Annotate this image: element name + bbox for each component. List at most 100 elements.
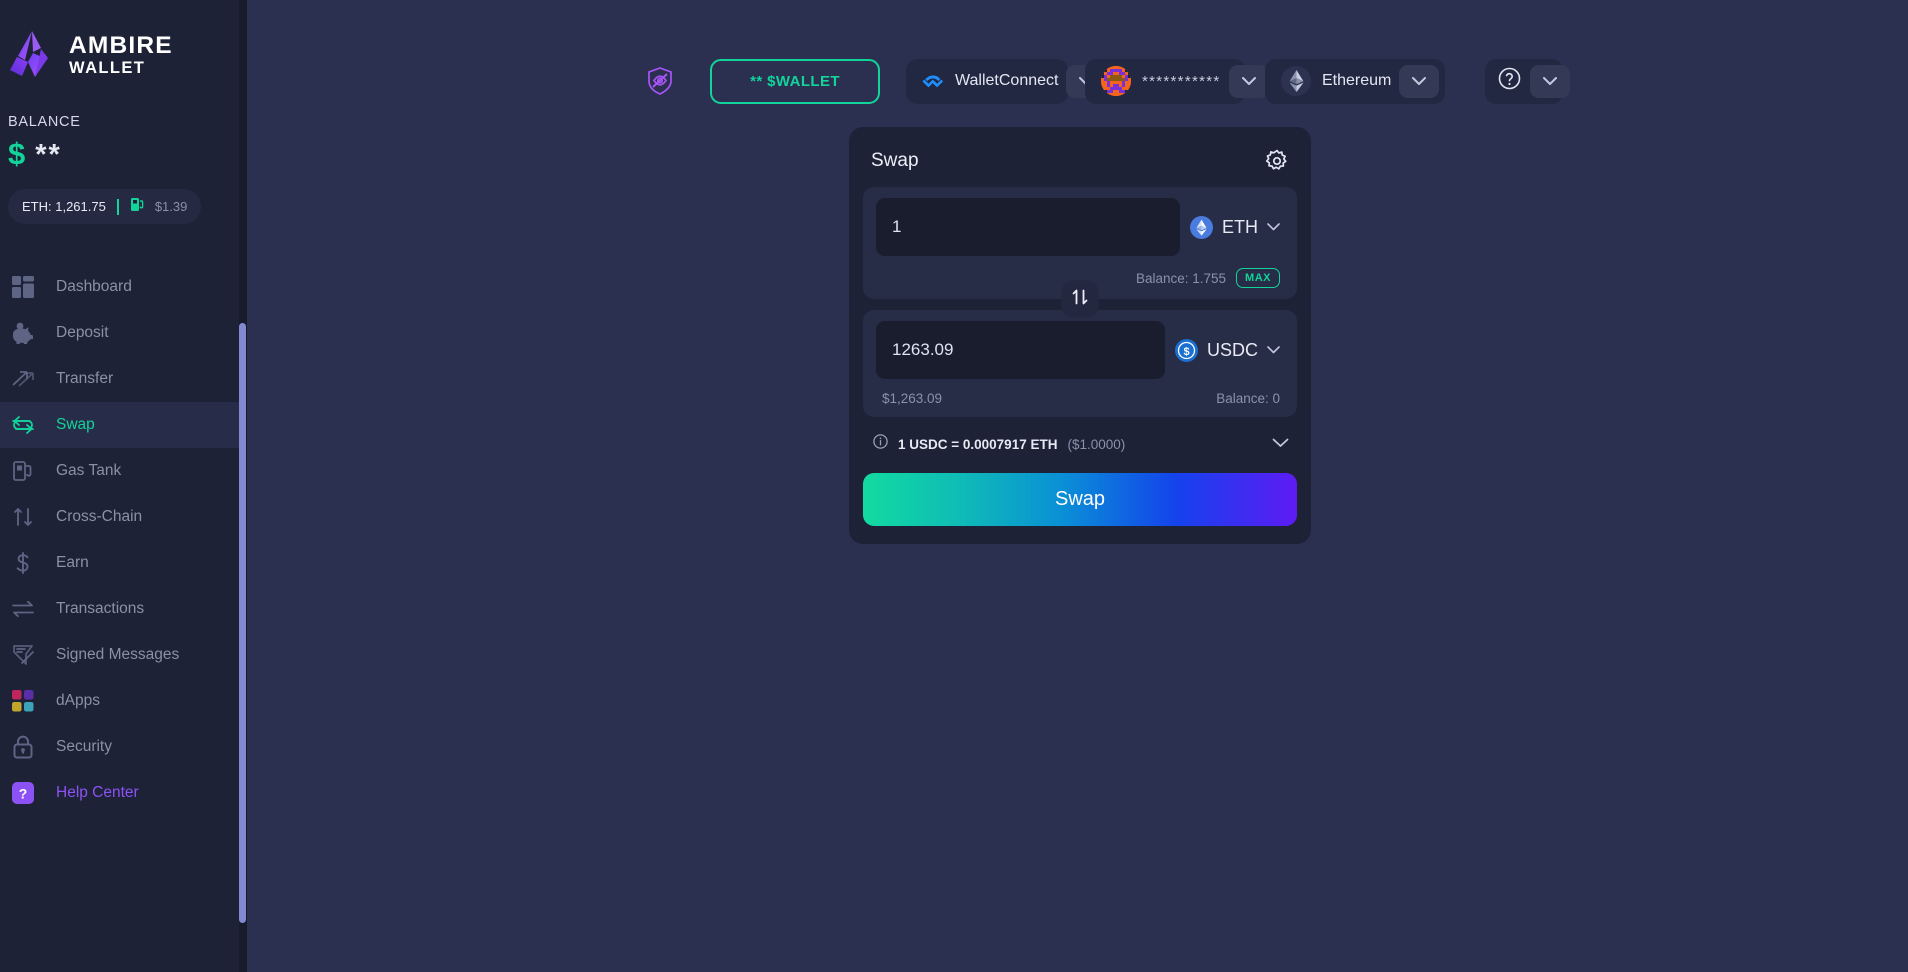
network-caret-button[interactable] <box>1399 64 1440 98</box>
sidebar-item-label: Cross-Chain <box>56 508 143 525</box>
brand-subtitle: WALLET <box>69 59 146 77</box>
swap-to-token-selector[interactable]: $ USDC <box>1174 338 1284 362</box>
sidebar-scrollbar-track[interactable] <box>239 0 247 972</box>
balance-value: ** <box>35 139 62 171</box>
sidebar-item-label: Transactions <box>56 600 145 617</box>
max-button[interactable]: MAX <box>1236 268 1280 288</box>
gas-price-label: $1.39 <box>154 199 188 214</box>
swap-to-panel: $ USDC $1,263.09 Balance: 0 <box>863 310 1297 417</box>
gas-chip[interactable]: ETH: 1,261.75 $1.39 <box>8 189 202 224</box>
walletconnect-icon <box>922 70 944 92</box>
swap-card-title: Swap <box>871 150 919 171</box>
sidebar-item-transactions[interactable]: Transactions <box>0 586 247 632</box>
sidebar-item-dapps[interactable]: dApps <box>0 678 247 724</box>
sidebar-scrollbar-thumb[interactable] <box>239 323 246 923</box>
swap-from-token-label: ETH <box>1222 216 1258 237</box>
ambire-logo-icon <box>8 28 56 80</box>
walletconnect-label: WalletConnect <box>955 72 1059 89</box>
sidebar: AMBIRE WALLET BALANCE $ ** ETH: 1,261.75… <box>0 0 247 972</box>
sidebar-item-security[interactable]: Security <box>0 724 247 770</box>
transfer-arrows-icon <box>8 364 38 394</box>
swap-arrows-icon <box>8 410 38 440</box>
swap-from-balance-label: Balance: 1.755 <box>1135 270 1227 286</box>
chevron-down-icon <box>1267 346 1280 354</box>
info-circle-icon <box>873 434 888 454</box>
chevron-down-icon <box>1267 223 1280 231</box>
swap-to-amount-input[interactable] <box>876 321 1165 379</box>
network-label: Ethereum <box>1322 72 1392 89</box>
help-center-icon: ? <box>8 778 38 808</box>
network-pill[interactable]: Ethereum <box>1265 58 1445 104</box>
sidebar-item-dashboard[interactable]: Dashboard <box>0 264 247 310</box>
chevron-down-icon <box>1543 76 1557 85</box>
sidebar-item-deposit[interactable]: Deposit <box>0 310 247 356</box>
walletconnect-pill[interactable]: WalletConnect <box>906 58 1107 104</box>
account-caret-button[interactable] <box>1228 64 1269 98</box>
swap-submit-button[interactable]: Swap <box>863 473 1297 526</box>
lock-icon <box>8 732 38 762</box>
wallet-token-pill[interactable]: ** $WALLET <box>710 58 880 104</box>
dapps-squares-icon <box>8 686 38 716</box>
brand-logo[interactable]: AMBIRE WALLET <box>0 0 247 80</box>
swap-to-balance-label: Balance: 0 <box>1216 391 1280 406</box>
swap-rate-row[interactable]: 1 USDC = 0.0007917 ETH ($1.0000) <box>863 417 1297 454</box>
chevron-down-icon <box>1241 76 1256 85</box>
eth-price-label: ETH: 1,261.75 <box>22 199 106 214</box>
sidebar-item-gas-tank[interactable]: Gas Tank <box>0 448 247 494</box>
gas-tank-icon <box>8 456 38 486</box>
chevron-down-icon <box>1412 76 1427 85</box>
account-address-label: *********** <box>1142 72 1221 90</box>
account-pill[interactable]: *********** <box>1085 58 1269 104</box>
usdc-token-icon: $ <box>1174 338 1198 362</box>
balance-currency: $ <box>8 136 26 171</box>
sidebar-nav: Dashboard Deposit Transfer Swap Gas Tank… <box>0 264 247 816</box>
sidebar-item-label: Security <box>56 738 112 755</box>
help-caret-button[interactable] <box>1530 64 1570 98</box>
chevron-down-icon <box>1272 438 1289 447</box>
piggy-bank-icon <box>8 318 38 348</box>
sidebar-item-label: dApps <box>56 692 100 709</box>
dollar-sign-icon <box>8 548 38 578</box>
sidebar-item-label: Gas Tank <box>56 462 122 479</box>
account-blockie-avatar <box>1101 66 1131 96</box>
gas-pump-icon <box>130 196 144 217</box>
sidebar-item-label: Swap <box>56 416 95 433</box>
sidebar-item-transfer[interactable]: Transfer <box>0 356 247 402</box>
chip-divider <box>116 198 119 215</box>
svg-text:?: ? <box>19 786 28 802</box>
sidebar-item-label: Transfer <box>56 370 114 387</box>
balance-label: BALANCE <box>8 114 81 130</box>
question-circle-icon <box>1497 66 1522 96</box>
swap-rate-expand-button[interactable] <box>1272 435 1289 453</box>
brand-name: AMBIRE <box>69 31 173 59</box>
top-header-bar: ** $WALLET WalletConnect *********** Eth… <box>247 0 1908 104</box>
sidebar-item-earn[interactable]: Earn <box>0 540 247 586</box>
swap-card: Swap 1 ETH Balance: 1.755 MAX 1263.09 $ … <box>849 127 1311 544</box>
help-pill[interactable] <box>1485 58 1570 104</box>
svg-text:$: $ <box>1183 346 1189 358</box>
wallet-token-label: ** $WALLET <box>750 72 840 90</box>
ethereum-icon <box>1281 66 1311 96</box>
swap-from-panel: ETH Balance: 1.755 MAX <box>863 187 1297 318</box>
swap-direction-toggle-button[interactable] <box>1061 280 1099 318</box>
swap-from-token-selector[interactable]: ETH <box>1190 215 1284 239</box>
swap-rate-usd: ($1.0000) <box>1067 436 1126 452</box>
swap-rate-text: 1 USDC = 0.0007917 ETH <box>898 436 1058 452</box>
dashboard-grid-icon <box>8 272 38 302</box>
sidebar-item-cross-chain[interactable]: Cross-Chain <box>0 494 247 540</box>
sidebar-item-swap[interactable]: Swap <box>0 402 247 448</box>
balance-amount: $ ** <box>0 130 247 172</box>
sidebar-item-label: Dashboard <box>56 278 132 295</box>
gear-icon[interactable] <box>1265 149 1289 173</box>
swap-to-usd-value: $1,263.09 <box>882 391 943 406</box>
swap-from-amount-input[interactable] <box>876 198 1180 256</box>
swap-card-header: Swap <box>863 141 1297 187</box>
signed-messages-icon <box>8 640 38 670</box>
eth-token-icon <box>1190 215 1213 239</box>
hide-balance-button[interactable] <box>643 64 677 98</box>
sidebar-item-signed-messages[interactable]: Signed Messages <box>0 632 247 678</box>
sidebar-item-help-center[interactable]: ? Help Center <box>0 770 247 816</box>
swap-to-meta: $1,263.09 Balance: 0 <box>876 379 1284 408</box>
swap-to-token-label: USDC <box>1206 339 1258 360</box>
sidebar-item-label: Signed Messages <box>56 646 180 663</box>
